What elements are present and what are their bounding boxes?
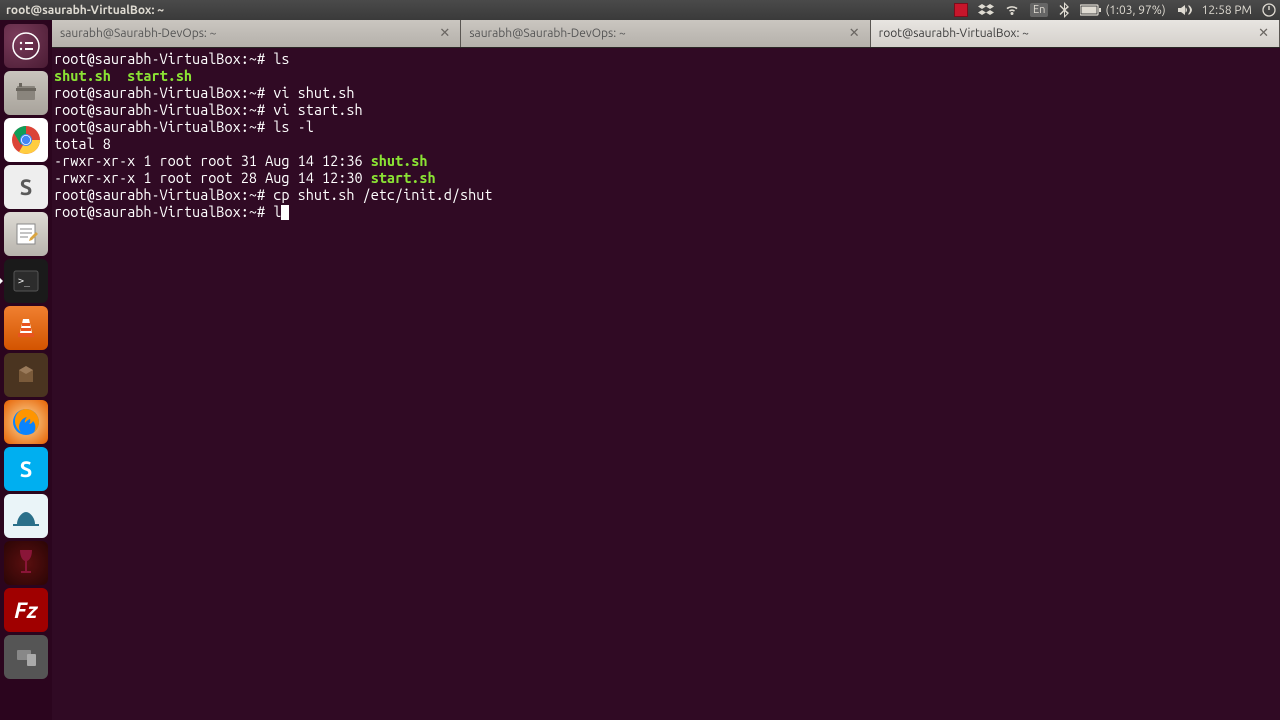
command: vi start.sh [273,101,362,118]
tab-2[interactable]: saurabh@Saurabh-DevOps: ~ ✕ [461,20,870,47]
firefox-icon[interactable] [4,400,48,444]
software-center-icon[interactable] [4,353,48,397]
filezilla-icon[interactable]: Fz [4,588,48,632]
file: start.sh [127,67,192,84]
file: shut.sh [371,152,428,169]
vlc-icon[interactable] [4,306,48,350]
tab-label: root@saurabh-VirtualBox: ~ [879,27,1029,40]
command-partial: l [273,203,281,220]
prompt: root@saurabh-VirtualBox:~# [54,84,265,101]
svg-text:>_: >_ [18,276,31,287]
tab-label: saurabh@Saurabh-DevOps: ~ [60,27,216,40]
close-icon[interactable]: ✕ [1256,26,1271,41]
prompt: root@saurabh-VirtualBox:~# [54,101,265,118]
clock[interactable]: 12:58 PM [1202,4,1252,17]
file: start.sh [371,169,436,186]
skype-icon[interactable]: S [4,447,48,491]
prompt: root@saurabh-VirtualBox:~# [54,203,265,220]
file-meta: -rwxr-xr-x 1 root root 28 Aug 14 12:30 [54,169,371,186]
unity-launcher: S >_ S Fz [0,20,52,720]
close-icon[interactable]: ✕ [847,26,862,41]
session-icon[interactable] [1262,3,1276,17]
prompt: root@saurabh-VirtualBox:~# [54,50,265,67]
output: total 8 [54,135,1278,152]
close-icon[interactable]: ✕ [437,26,452,41]
language-indicator[interactable]: En [1030,3,1048,17]
system-indicators: En (1:03, 97%) 12:58 PM [954,2,1276,18]
devices-icon[interactable] [4,635,48,679]
tab-1[interactable]: saurabh@Saurabh-DevOps: ~ ✕ [52,20,461,47]
sound-icon[interactable] [1176,2,1192,18]
menubar: root@saurabh-VirtualBox: ~ En (1:03, 97%… [0,0,1280,20]
sublime-icon[interactable]: S [4,165,48,209]
files-icon[interactable] [4,71,48,115]
dash-icon[interactable] [4,24,48,68]
prompt: root@saurabh-VirtualBox:~# [54,186,265,203]
workbench-icon[interactable] [4,494,48,538]
wine-icon[interactable] [4,541,48,585]
command: cp shut.sh /etc/init.d/shut [273,186,492,203]
terminal-content[interactable]: root@saurabh-VirtualBox:~# ls shut.sh sta… [52,48,1280,720]
text-editor-icon[interactable] [4,212,48,256]
window-title: root@saurabh-VirtualBox: ~ [4,4,164,17]
bluetooth-icon[interactable] [1058,2,1070,18]
battery-indicator[interactable]: (1:03, 97%) [1080,4,1165,17]
chrome-icon[interactable] [4,118,48,162]
terminal-icon[interactable]: >_ [4,259,48,303]
file-meta: -rwxr-xr-x 1 root root 31 Aug 14 12:36 [54,152,371,169]
prompt: root@saurabh-VirtualBox:~# [54,118,265,135]
network-icon[interactable] [1004,2,1020,18]
dropbox-icon[interactable] [978,2,994,18]
terminal-tabbar: saurabh@Saurabh-DevOps: ~ ✕ saurabh@Saur… [52,20,1280,48]
tab-3[interactable]: root@saurabh-VirtualBox: ~ ✕ [871,20,1280,47]
cursor [281,205,289,220]
file: shut.sh [54,67,111,84]
tab-label: saurabh@Saurabh-DevOps: ~ [469,27,625,40]
command: ls -l [273,118,314,135]
terminal-window: saurabh@Saurabh-DevOps: ~ ✕ saurabh@Saur… [52,20,1280,720]
record-indicator[interactable] [954,3,968,17]
command: ls [273,50,289,67]
command: vi shut.sh [273,84,354,101]
